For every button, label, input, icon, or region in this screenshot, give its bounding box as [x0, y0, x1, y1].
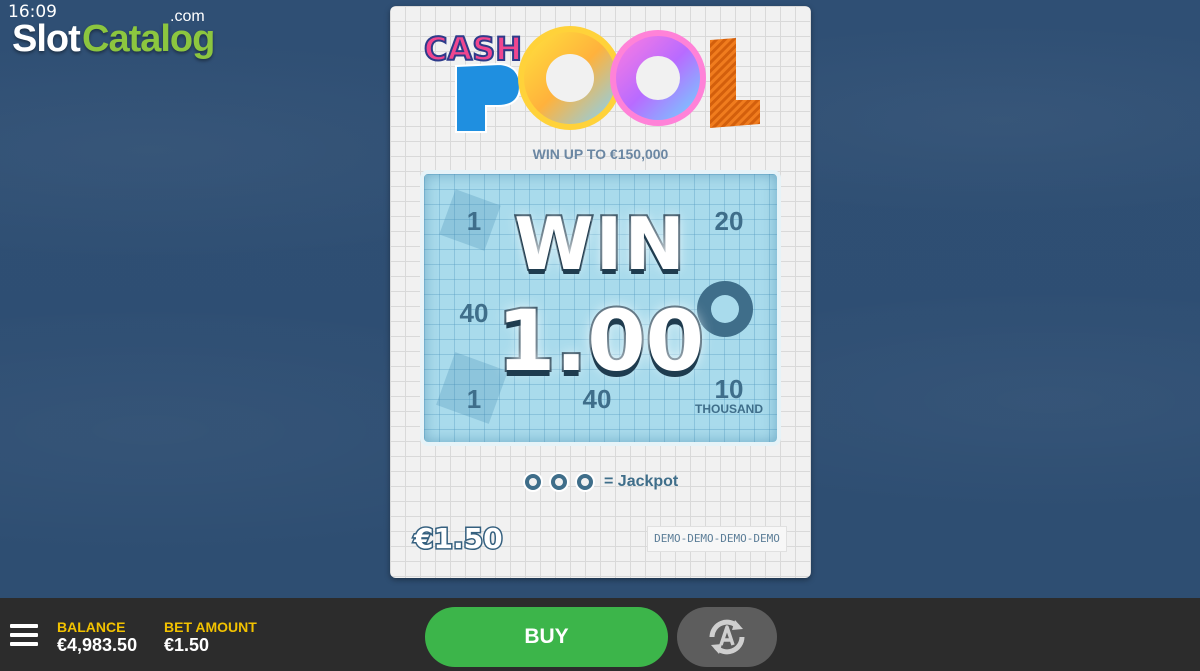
demo-badge: DEMO-DEMO-DEMO-DEMO — [647, 526, 787, 552]
win-label: WIN — [512, 200, 687, 288]
hamburger-menu-icon[interactable] — [10, 624, 38, 646]
logo-cash-text: CASH — [424, 30, 522, 68]
ring-icon — [549, 472, 569, 492]
balance-value: €4,983.50 — [57, 635, 138, 655]
watermark-slot: Slot — [12, 18, 81, 60]
bottom-bar: BALANCE €4,983.50 BET AMOUNT €1.50 BUY — [0, 598, 1200, 671]
jackpot-legend: = Jackpot — [522, 469, 678, 495]
buy-button[interactable]: BUY — [425, 607, 668, 667]
logo-word-cash: CASH — [423, 29, 523, 69]
win-up-to-text: WIN UP TO €150,000 — [532, 146, 669, 162]
bet-amount-label: BET AMOUNT — [164, 619, 257, 635]
cash-pool-logo: CASH — [423, 26, 760, 133]
bet-amount-value[interactable]: €1.50 — [164, 635, 209, 656]
autoplay-button[interactable] — [677, 607, 777, 667]
scratch-card: CASH WIN UP TO €150,000 1 20 40 1 40 10 … — [390, 6, 811, 578]
ring-icon — [575, 472, 595, 492]
jackpot-label: = Jackpot — [604, 473, 679, 490]
scratch-area[interactable]: 1 20 40 1 40 10 THOUSAND WIN 1.00 — [420, 170, 781, 446]
ring-icon — [523, 472, 543, 492]
balance-label: BALANCE — [57, 619, 126, 635]
ticket-price: €1.50 — [413, 521, 505, 557]
symbol-value-unit: THOUSAND — [695, 402, 763, 416]
watermark-com: .com — [170, 8, 205, 25]
win-amount: 1.00 — [495, 290, 706, 392]
autoplay-icon — [709, 619, 745, 655]
